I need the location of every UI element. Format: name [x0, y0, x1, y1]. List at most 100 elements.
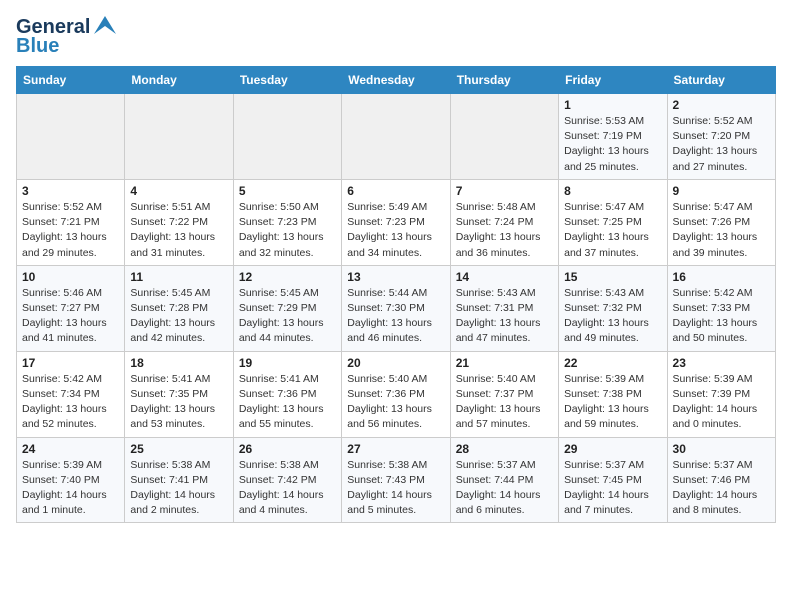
day-info: Sunrise: 5:52 AM Sunset: 7:21 PM Dayligh… [22, 200, 119, 261]
day-info: Sunrise: 5:37 AM Sunset: 7:46 PM Dayligh… [673, 458, 770, 519]
day-number: 26 [239, 442, 336, 456]
day-info: Sunrise: 5:44 AM Sunset: 7:30 PM Dayligh… [347, 286, 444, 347]
day-info: Sunrise: 5:43 AM Sunset: 7:31 PM Dayligh… [456, 286, 553, 347]
day-number: 16 [673, 270, 770, 284]
calendar-day-cell: 6 Sunrise: 5:49 AM Sunset: 7:23 PM Daylig… [342, 179, 450, 265]
calendar-day-cell: 20 Sunrise: 5:40 AM Sunset: 7:36 PM Dayli… [342, 351, 450, 437]
day-of-week-header: Wednesday [342, 67, 450, 94]
calendar-week-row: 17 Sunrise: 5:42 AM Sunset: 7:34 PM Dayli… [17, 351, 776, 437]
calendar-week-row: 10 Sunrise: 5:46 AM Sunset: 7:27 PM Dayli… [17, 265, 776, 351]
day-info: Sunrise: 5:39 AM Sunset: 7:40 PM Dayligh… [22, 458, 119, 519]
day-info: Sunrise: 5:46 AM Sunset: 7:27 PM Dayligh… [22, 286, 119, 347]
calendar-day-cell: 11Sunrise: 5:45 AM Sunset: 7:28 PM Dayli… [125, 265, 233, 351]
day-info: Sunrise: 5:39 AM Sunset: 7:38 PM Dayligh… [564, 372, 661, 433]
day-info: Sunrise: 5:41 AM Sunset: 7:36 PM Dayligh… [239, 372, 336, 433]
page-header: General Blue [16, 16, 776, 58]
day-info: Sunrise: 5:47 AM Sunset: 7:25 PM Dayligh… [564, 200, 661, 261]
day-number: 6 [347, 184, 444, 198]
day-info: Sunrise: 5:38 AM Sunset: 7:43 PM Dayligh… [347, 458, 444, 519]
calendar-day-cell: 15 Sunrise: 5:43 AM Sunset: 7:32 PM Dayli… [559, 265, 667, 351]
day-info: Sunrise: 5:45 AM Sunset: 7:29 PM Dayligh… [239, 286, 336, 347]
calendar-day-cell: 9 Sunrise: 5:47 AM Sunset: 7:26 PM Daylig… [667, 179, 775, 265]
day-info: Sunrise: 5:41 AM Sunset: 7:35 PM Dayligh… [130, 372, 227, 433]
day-info: Sunrise: 5:48 AM Sunset: 7:24 PM Dayligh… [456, 200, 553, 261]
day-info: Sunrise: 5:37 AM Sunset: 7:44 PM Dayligh… [456, 458, 553, 519]
calendar-header-row: SundayMondayTuesdayWednesdayThursdayFrid… [17, 67, 776, 94]
day-info: Sunrise: 5:40 AM Sunset: 7:36 PM Dayligh… [347, 372, 444, 433]
day-number: 14 [456, 270, 553, 284]
calendar-day-cell [125, 94, 233, 180]
logo: General Blue [16, 16, 116, 58]
day-number: 2 [673, 98, 770, 112]
calendar-day-cell: 29Sunrise: 5:37 AM Sunset: 7:45 PM Dayli… [559, 437, 667, 523]
calendar-day-cell: 18 Sunrise: 5:41 AM Sunset: 7:35 PM Dayli… [125, 351, 233, 437]
calendar-day-cell: 30Sunrise: 5:37 AM Sunset: 7:46 PM Dayli… [667, 437, 775, 523]
day-number: 17 [22, 356, 119, 370]
calendar-day-cell: 25 Sunrise: 5:38 AM Sunset: 7:41 PM Dayli… [125, 437, 233, 523]
calendar-day-cell: 4Sunrise: 5:51 AM Sunset: 7:22 PM Daylig… [125, 179, 233, 265]
day-of-week-header: Thursday [450, 67, 558, 94]
day-number: 18 [130, 356, 227, 370]
day-number: 1 [564, 98, 661, 112]
calendar-day-cell: 22Sunrise: 5:39 AM Sunset: 7:38 PM Dayli… [559, 351, 667, 437]
calendar-day-cell [17, 94, 125, 180]
logo-blue-text: Blue [16, 35, 59, 58]
day-number: 5 [239, 184, 336, 198]
calendar-day-cell: 10 Sunrise: 5:46 AM Sunset: 7:27 PM Dayli… [17, 265, 125, 351]
day-info: Sunrise: 5:52 AM Sunset: 7:20 PM Dayligh… [673, 114, 770, 175]
day-info: Sunrise: 5:42 AM Sunset: 7:33 PM Dayligh… [673, 286, 770, 347]
calendar-day-cell: 3 Sunrise: 5:52 AM Sunset: 7:21 PM Daylig… [17, 179, 125, 265]
day-number: 4 [130, 184, 227, 198]
day-number: 24 [22, 442, 119, 456]
calendar-day-cell: 5 Sunrise: 5:50 AM Sunset: 7:23 PM Daylig… [233, 179, 341, 265]
day-info: Sunrise: 5:43 AM Sunset: 7:32 PM Dayligh… [564, 286, 661, 347]
day-number: 20 [347, 356, 444, 370]
calendar-day-cell: 13 Sunrise: 5:44 AM Sunset: 7:30 PM Dayli… [342, 265, 450, 351]
day-info: Sunrise: 5:42 AM Sunset: 7:34 PM Dayligh… [22, 372, 119, 433]
day-of-week-header: Monday [125, 67, 233, 94]
day-number: 23 [673, 356, 770, 370]
calendar-day-cell: 17 Sunrise: 5:42 AM Sunset: 7:34 PM Dayli… [17, 351, 125, 437]
day-of-week-header: Sunday [17, 67, 125, 94]
day-info: Sunrise: 5:45 AM Sunset: 7:28 PM Dayligh… [130, 286, 227, 347]
calendar-table: SundayMondayTuesdayWednesdayThursdayFrid… [16, 66, 776, 523]
calendar-day-cell: 12 Sunrise: 5:45 AM Sunset: 7:29 PM Dayli… [233, 265, 341, 351]
calendar-week-row: 24 Sunrise: 5:39 AM Sunset: 7:40 PM Dayli… [17, 437, 776, 523]
calendar-day-cell: 28 Sunrise: 5:37 AM Sunset: 7:44 PM Dayli… [450, 437, 558, 523]
day-info: Sunrise: 5:49 AM Sunset: 7:23 PM Dayligh… [347, 200, 444, 261]
day-info: Sunrise: 5:38 AM Sunset: 7:41 PM Dayligh… [130, 458, 227, 519]
calendar-day-cell: 1 Sunrise: 5:53 AM Sunset: 7:19 PM Daylig… [559, 94, 667, 180]
day-info: Sunrise: 5:38 AM Sunset: 7:42 PM Dayligh… [239, 458, 336, 519]
day-number: 9 [673, 184, 770, 198]
calendar-day-cell: 26 Sunrise: 5:38 AM Sunset: 7:42 PM Dayli… [233, 437, 341, 523]
day-number: 13 [347, 270, 444, 284]
calendar-day-cell: 2 Sunrise: 5:52 AM Sunset: 7:20 PM Daylig… [667, 94, 775, 180]
day-number: 28 [456, 442, 553, 456]
calendar-day-cell: 7 Sunrise: 5:48 AM Sunset: 7:24 PM Daylig… [450, 179, 558, 265]
day-info: Sunrise: 5:39 AM Sunset: 7:39 PM Dayligh… [673, 372, 770, 433]
day-info: Sunrise: 5:50 AM Sunset: 7:23 PM Dayligh… [239, 200, 336, 261]
calendar-day-cell [342, 94, 450, 180]
day-number: 19 [239, 356, 336, 370]
day-number: 7 [456, 184, 553, 198]
day-number: 21 [456, 356, 553, 370]
day-number: 15 [564, 270, 661, 284]
calendar-day-cell: 14 Sunrise: 5:43 AM Sunset: 7:31 PM Dayli… [450, 265, 558, 351]
day-number: 3 [22, 184, 119, 198]
day-info: Sunrise: 5:40 AM Sunset: 7:37 PM Dayligh… [456, 372, 553, 433]
calendar-day-cell: 23 Sunrise: 5:39 AM Sunset: 7:39 PM Dayli… [667, 351, 775, 437]
calendar-week-row: 3 Sunrise: 5:52 AM Sunset: 7:21 PM Daylig… [17, 179, 776, 265]
logo-bird-icon [94, 16, 116, 34]
day-number: 10 [22, 270, 119, 284]
day-number: 12 [239, 270, 336, 284]
calendar-week-row: 1 Sunrise: 5:53 AM Sunset: 7:19 PM Daylig… [17, 94, 776, 180]
calendar-day-cell: 19 Sunrise: 5:41 AM Sunset: 7:36 PM Dayli… [233, 351, 341, 437]
day-number: 25 [130, 442, 227, 456]
day-info: Sunrise: 5:47 AM Sunset: 7:26 PM Dayligh… [673, 200, 770, 261]
day-of-week-header: Friday [559, 67, 667, 94]
calendar-day-cell: 16 Sunrise: 5:42 AM Sunset: 7:33 PM Dayli… [667, 265, 775, 351]
day-of-week-header: Tuesday [233, 67, 341, 94]
day-of-week-header: Saturday [667, 67, 775, 94]
day-info: Sunrise: 5:53 AM Sunset: 7:19 PM Dayligh… [564, 114, 661, 175]
calendar-day-cell: 8Sunrise: 5:47 AM Sunset: 7:25 PM Daylig… [559, 179, 667, 265]
